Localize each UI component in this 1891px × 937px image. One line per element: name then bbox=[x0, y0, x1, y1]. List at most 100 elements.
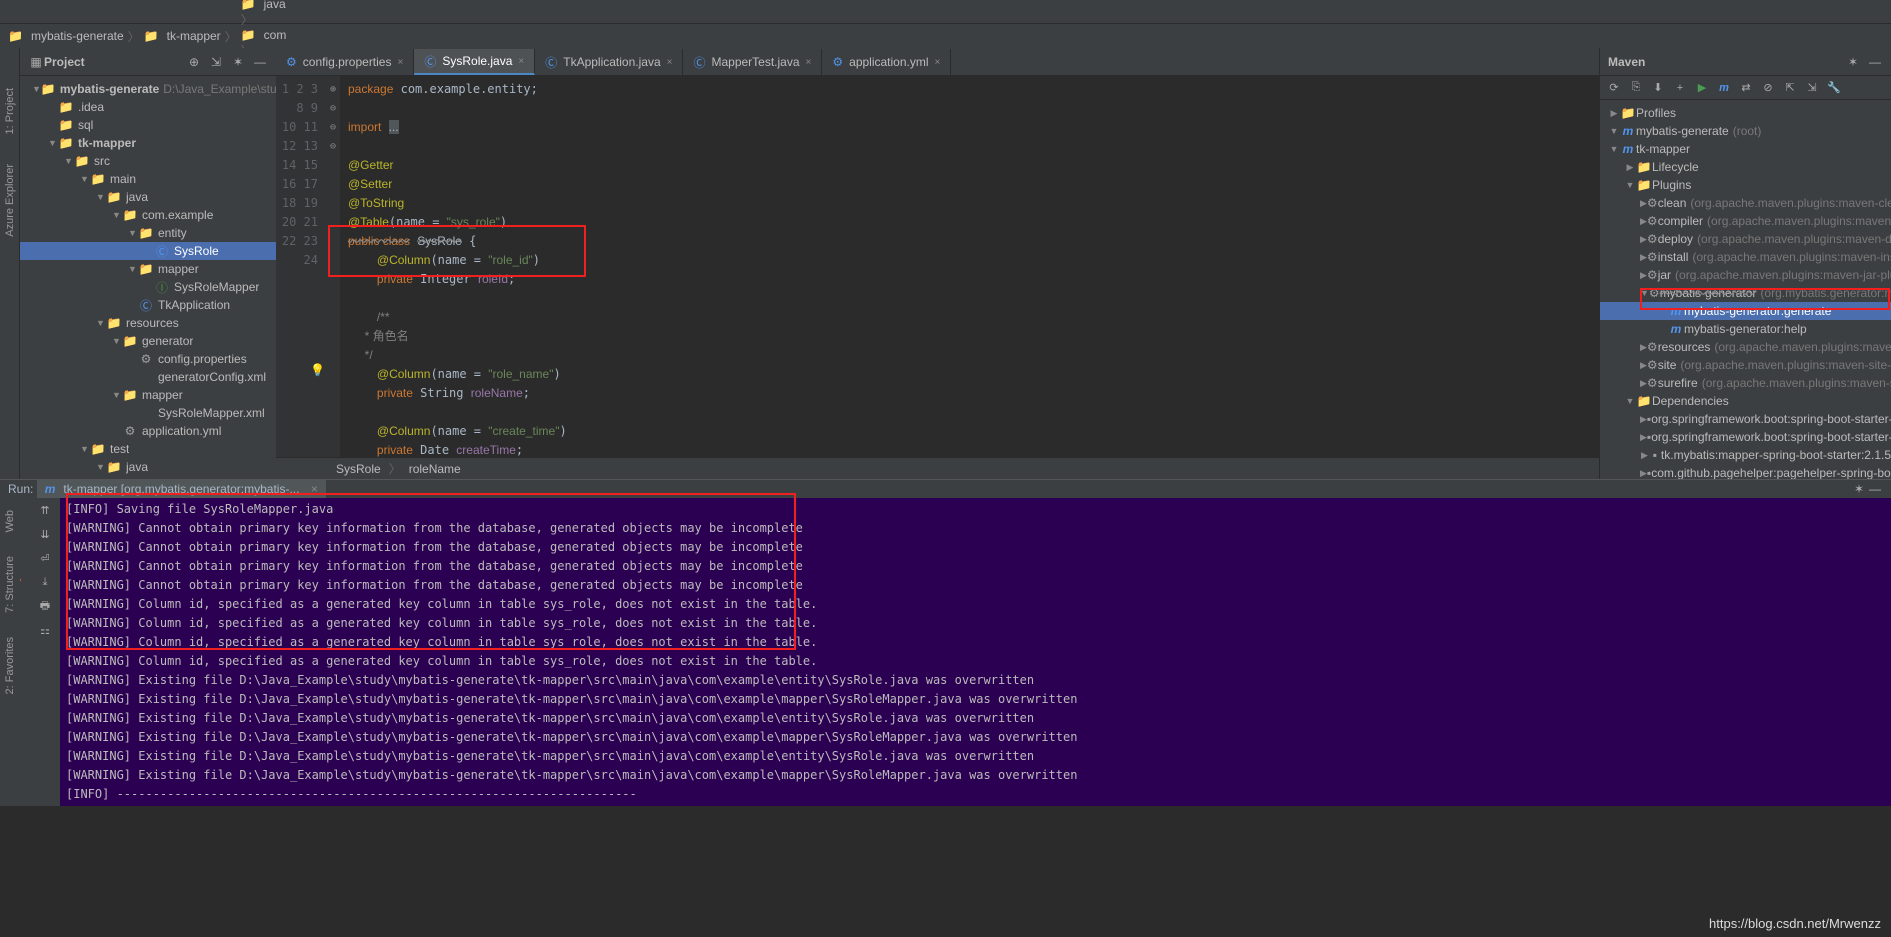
run-icon[interactable]: ▶ bbox=[1694, 80, 1710, 96]
tree-item[interactable]: SysRoleMapper.xml bbox=[20, 404, 276, 422]
maven-tree[interactable]: ▶📁Profiles▼mmybatis-generate(root)▼mtk-m… bbox=[1600, 100, 1891, 479]
maven-item[interactable]: ▶▪org.springframework.boot:spring-boot-s… bbox=[1600, 428, 1891, 446]
toggle-icon[interactable]: ⇄ bbox=[1738, 80, 1754, 96]
run-tab[interactable]: mtk-mapper [org.mybatis.generator:mybati… bbox=[37, 480, 326, 498]
close-icon[interactable]: × bbox=[806, 57, 812, 68]
maven-settings-icon[interactable]: ✶ bbox=[1845, 54, 1861, 70]
maven-item[interactable]: ▶⚙clean(org.apache.maven.plugins:maven-c… bbox=[1600, 194, 1891, 212]
maven-item[interactable]: ▶▪com.github.pagehelper:pagehelper-sprin… bbox=[1600, 464, 1891, 479]
show-icon[interactable]: ⇲ bbox=[1804, 80, 1820, 96]
web-tool-button[interactable]: Web bbox=[4, 510, 16, 532]
tab-application.yml[interactable]: ⚙application.yml× bbox=[822, 49, 951, 75]
project-dropdown-icon[interactable]: ▦ bbox=[28, 54, 44, 70]
wrench-icon[interactable]: 🔧 bbox=[1826, 80, 1842, 96]
maven-item[interactable]: ▼⚙mybatis-generator(org.mybatis.generato… bbox=[1600, 284, 1891, 302]
maven-item[interactable]: ▼📁Plugins bbox=[1600, 176, 1891, 194]
tab-MapperTest.java[interactable]: ⒸMapperTest.java× bbox=[683, 49, 822, 75]
editor-tabs[interactable]: ⚙config.properties×ⒸSysRole.java×ⒸTkAppl… bbox=[276, 48, 1599, 76]
run-panel: Run: mtk-mapper [org.mybatis.generator:m… bbox=[0, 479, 1891, 779]
project-tool-button[interactable]: 1: Project bbox=[4, 88, 16, 134]
maven-panel-title: Maven bbox=[1608, 55, 1845, 69]
collapse-all-icon[interactable]: ⇱ bbox=[1782, 80, 1798, 96]
tree-item[interactable]: ▶📁com.example bbox=[20, 476, 276, 479]
maven-item[interactable]: ▶▪tk.mybatis:mapper-spring-boot-starter:… bbox=[1600, 446, 1891, 464]
tree-item[interactable]: ▼📁src bbox=[20, 152, 276, 170]
down-icon[interactable]: ⇊ bbox=[37, 526, 53, 542]
close-icon[interactable]: × bbox=[518, 56, 524, 67]
collapse-icon[interactable]: ⇲ bbox=[208, 54, 224, 70]
tab-TkApplication.java[interactable]: ⒸTkApplication.java× bbox=[535, 49, 683, 75]
tree-item[interactable]: ⒾSysRoleMapper bbox=[20, 278, 276, 296]
tree-item[interactable]: ▼📁resources bbox=[20, 314, 276, 332]
crumb-com[interactable]: 📁com bbox=[241, 28, 309, 42]
tree-item[interactable]: generatorConfig.xml bbox=[20, 368, 276, 386]
up-icon[interactable]: ⇈ bbox=[37, 502, 53, 518]
maven-item[interactable]: ▶⚙resources(org.apache.maven.plugins:mav… bbox=[1600, 338, 1891, 356]
tree-item[interactable]: ⒸTkApplication bbox=[20, 296, 276, 314]
maven-item[interactable]: ▶▪org.springframework.boot:spring-boot-s… bbox=[1600, 410, 1891, 428]
crumb-module[interactable]: 📁tk-mapper bbox=[144, 29, 221, 43]
maven-item[interactable]: ▶⚙deploy(org.apache.maven.plugins:maven-… bbox=[1600, 230, 1891, 248]
close-icon[interactable]: × bbox=[935, 57, 941, 68]
tree-item[interactable]: ⒸSysRole bbox=[20, 242, 276, 260]
maven-item[interactable]: mmybatis-generator:help bbox=[1600, 320, 1891, 338]
tree-item[interactable]: ▼📁com.example bbox=[20, 206, 276, 224]
maven-item[interactable]: ▶📁Lifecycle bbox=[1600, 158, 1891, 176]
run-output[interactable]: [INFO] Saving file SysRoleMapper.java [W… bbox=[60, 498, 1891, 806]
tree-item[interactable]: 📁sql bbox=[20, 116, 276, 134]
project-tree[interactable]: ▼📁 mybatis-generateD:\Java_Example\study… bbox=[20, 76, 276, 479]
tree-item[interactable]: ▼📁generator bbox=[20, 332, 276, 350]
settings-icon[interactable]: ✶ bbox=[230, 54, 246, 70]
print-icon[interactable]: 🖶 bbox=[37, 598, 53, 614]
locate-icon[interactable]: ⊕ bbox=[186, 54, 202, 70]
maven-item[interactable]: ▶📁Profiles bbox=[1600, 104, 1891, 122]
add-icon[interactable]: + bbox=[1672, 80, 1688, 96]
structure-tool-button[interactable]: 7: Structure bbox=[4, 556, 16, 613]
tree-item[interactable]: ▼📁mapper bbox=[20, 386, 276, 404]
maven-item[interactable]: ▼mmybatis-generate(root) bbox=[1600, 122, 1891, 140]
maven-hide-icon[interactable]: — bbox=[1867, 54, 1883, 70]
code-content[interactable]: package com.example.entity; import ... @… bbox=[340, 76, 1599, 457]
wrap-icon[interactable]: ⏎ bbox=[37, 550, 53, 566]
crumb-java[interactable]: 📁java bbox=[241, 0, 309, 11]
maven-item[interactable]: mmybatis-generator:generate bbox=[1600, 302, 1891, 320]
tree-root[interactable]: ▼📁 mybatis-generateD:\Java_Example\study… bbox=[20, 80, 276, 98]
run-settings-icon[interactable]: ✶ bbox=[1851, 481, 1867, 497]
skip-icon[interactable]: ⊘ bbox=[1760, 80, 1776, 96]
tree-item[interactable]: ⚙config.properties bbox=[20, 350, 276, 368]
filter-icon[interactable]: ⚏ bbox=[37, 622, 53, 638]
close-icon[interactable]: × bbox=[397, 57, 403, 68]
fold-gutter[interactable]: ⊕ ⊖ ⊖ ⊖ bbox=[326, 76, 340, 457]
maven-item[interactable]: ▶⚙site(org.apache.maven.plugins:maven-si… bbox=[1600, 356, 1891, 374]
tree-item[interactable]: ▼📁tk-mapper bbox=[20, 134, 276, 152]
tree-item[interactable]: ▼📁test bbox=[20, 440, 276, 458]
tree-item[interactable]: ▼📁java bbox=[20, 458, 276, 476]
tree-item[interactable]: ▼📁entity bbox=[20, 224, 276, 242]
tree-item[interactable]: ▼📁main bbox=[20, 170, 276, 188]
tree-item[interactable]: ▼📁mapper bbox=[20, 260, 276, 278]
tree-item[interactable]: ⚙application.yml bbox=[20, 422, 276, 440]
maven-item[interactable]: ▼mtk-mapper bbox=[1600, 140, 1891, 158]
editor-body[interactable]: 1 2 3 8 9 10 11 12 13 14 15 16 17 18 19 … bbox=[276, 76, 1599, 457]
maven-item[interactable]: ▶⚙jar(org.apache.maven.plugins:maven-jar… bbox=[1600, 266, 1891, 284]
run-hide-icon[interactable]: — bbox=[1867, 481, 1883, 497]
maven-item[interactable]: ▶⚙install(org.apache.maven.plugins:maven… bbox=[1600, 248, 1891, 266]
close-icon[interactable]: × bbox=[667, 57, 673, 68]
generate-icon[interactable]: ⎘ bbox=[1628, 80, 1644, 96]
maven-item[interactable]: ▶⚙compiler(org.apache.maven.plugins:mave… bbox=[1600, 212, 1891, 230]
azure-tool-button[interactable]: Azure Explorer bbox=[4, 164, 16, 237]
tab-config.properties[interactable]: ⚙config.properties× bbox=[276, 49, 414, 75]
crumb-project[interactable]: 📁mybatis-generate bbox=[8, 29, 124, 43]
editor-breadcrumb[interactable]: SysRole〉roleName bbox=[276, 457, 1599, 479]
favorites-tool-button[interactable]: 2: Favorites bbox=[4, 637, 16, 694]
reimport-icon[interactable]: ⟳ bbox=[1606, 80, 1622, 96]
execute-icon[interactable]: m bbox=[1716, 80, 1732, 96]
download-icon[interactable]: ⬇ bbox=[1650, 80, 1666, 96]
hide-icon[interactable]: — bbox=[252, 54, 268, 70]
tree-item[interactable]: ▼📁java bbox=[20, 188, 276, 206]
tree-item[interactable]: 📁.idea bbox=[20, 98, 276, 116]
maven-item[interactable]: ▼📁Dependencies bbox=[1600, 392, 1891, 410]
tab-SysRole.java[interactable]: ⒸSysRole.java× bbox=[414, 49, 535, 75]
maven-item[interactable]: ▶⚙surefire(org.apache.maven.plugins:mave… bbox=[1600, 374, 1891, 392]
scroll-icon[interactable]: ⤓ bbox=[37, 574, 53, 590]
